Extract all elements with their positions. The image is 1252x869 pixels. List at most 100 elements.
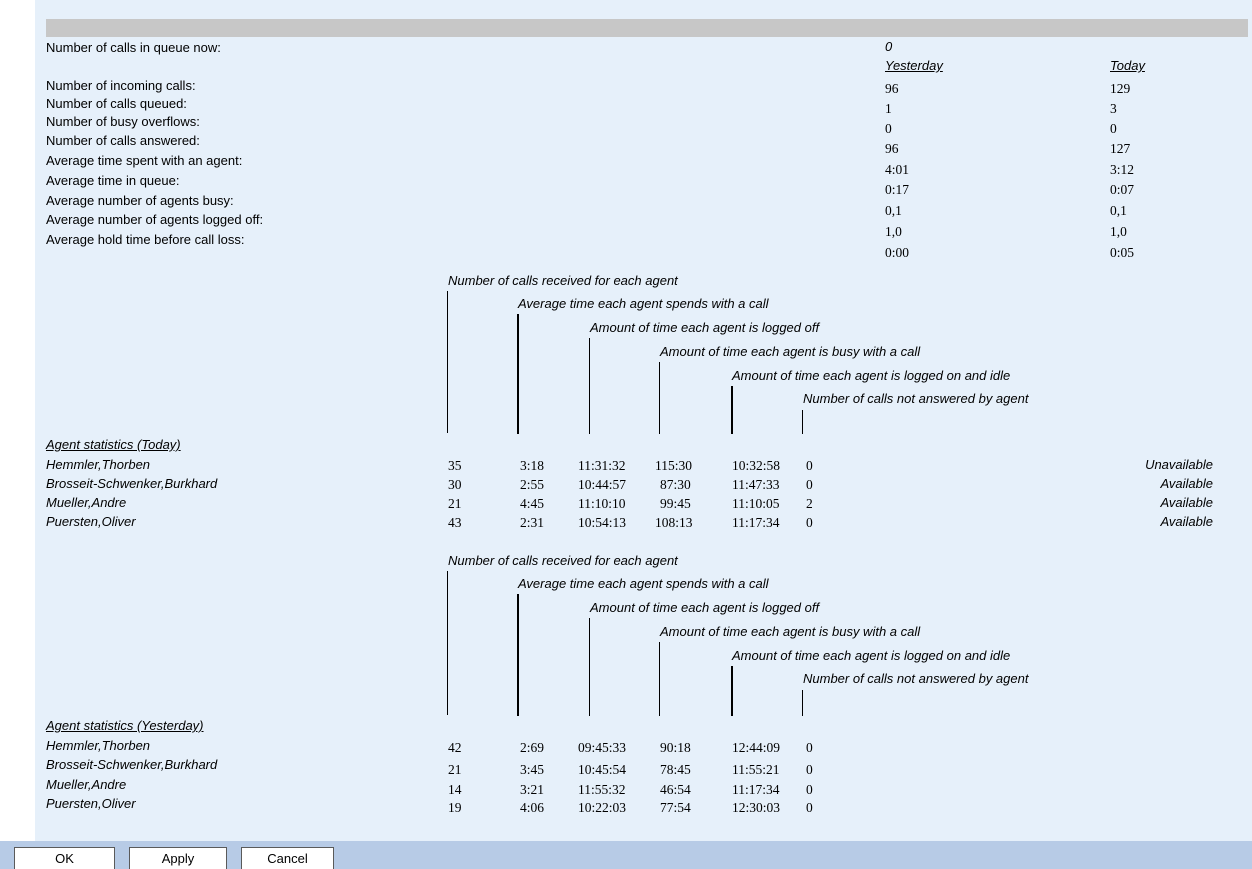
summary-yesterday-value: 1,0 <box>885 224 902 239</box>
summary-today-value: 3:12 <box>1110 162 1135 177</box>
idle-time: 11:47:33 <box>732 477 780 492</box>
caption-busy-time: Amount of time each agent is busy with a… <box>660 344 921 359</box>
not-answered: 0 <box>806 458 813 473</box>
avg-call-time: 4:06 <box>520 800 545 815</box>
agent-name: Hemmler,Thorben <box>46 738 151 753</box>
avg-call-time: 2:31 <box>520 515 545 530</box>
caption-guide-line <box>589 338 590 434</box>
agent-status: Available <box>1160 495 1213 510</box>
idle-time: 12:30:03 <box>732 800 781 815</box>
caption-logged-off-time: Amount of time each agent is logged off <box>590 320 820 335</box>
summary-today-value: 0,1 <box>1110 203 1127 218</box>
caption-not-answered: Number of calls not answered by agent <box>803 391 1029 406</box>
avg-call-time: 3:21 <box>520 782 545 797</box>
not-answered: 2 <box>806 496 813 511</box>
caption-guide-line <box>659 362 660 434</box>
agent-name: Brosseit-Schwenker,Burkhard <box>46 476 218 491</box>
logged-off-time: 09:45:33 <box>578 740 627 755</box>
caption-guide-line <box>731 386 733 434</box>
summary-label: Average hold time before call loss: <box>46 232 245 247</box>
summary-yesterday-value: 0 <box>885 121 892 136</box>
idle-time: 11:10:05 <box>732 496 780 511</box>
logged-off-time: 10:44:57 <box>578 477 627 492</box>
avg-call-time: 4:45 <box>520 496 545 511</box>
summary-label: Average time spent with an agent: <box>46 153 243 168</box>
summary-yesterday-value: 96 <box>885 141 899 156</box>
logged-off-time: 10:45:54 <box>578 762 627 777</box>
caption-calls-received: Number of calls received for each agent <box>448 273 678 288</box>
cancel-button[interactable]: Cancel <box>241 847 334 869</box>
logged-off-time: 11:10:10 <box>578 496 626 511</box>
summary-yesterday-value: 1 <box>885 101 892 116</box>
caption-idle-time: Amount of time each agent is logged on a… <box>732 368 1011 383</box>
agent-name: Brosseit-Schwenker,Burkhard <box>46 757 218 772</box>
busy-time: 99:45 <box>660 496 691 511</box>
agent-name: Puersten,Oliver <box>46 514 136 529</box>
summary-today-value: 3 <box>1110 101 1117 116</box>
not-answered: 0 <box>806 800 813 815</box>
caption-guide-line <box>802 690 803 716</box>
avg-call-time: 2:69 <box>520 740 545 755</box>
caption-busy-time: Amount of time each agent is busy with a… <box>660 624 921 639</box>
caption-not-answered: Number of calls not answered by agent <box>803 671 1029 686</box>
yesterday-stats-title: Agent statistics (Yesterday) <box>46 718 204 733</box>
caption-calls-received: Number of calls received for each agent <box>448 553 678 568</box>
agent-status: Unavailable <box>1145 457 1213 472</box>
summary-label: Number of busy overflows: <box>46 114 200 129</box>
busy-time: 78:45 <box>660 762 691 777</box>
busy-time: 87:30 <box>660 477 691 492</box>
summary-label: Average time in queue: <box>46 173 180 188</box>
caption-guide-line <box>659 642 660 716</box>
ok-button[interactable]: OK <box>14 847 115 869</box>
summary-today-value: 0 <box>1110 121 1117 136</box>
today-column-header: Today <box>1110 58 1145 73</box>
apply-button[interactable]: Apply <box>129 847 227 869</box>
queue-now-label: Number of calls in queue now: <box>46 40 221 55</box>
logged-off-time: 11:31:32 <box>578 458 626 473</box>
not-answered: 0 <box>806 762 813 777</box>
caption-guide-line <box>517 594 519 716</box>
calls-received: 43 <box>448 515 462 530</box>
caption-logged-off-time: Amount of time each agent is logged off <box>590 600 820 615</box>
idle-time: 11:17:34 <box>732 515 780 530</box>
summary-label: Number of calls queued: <box>46 96 187 111</box>
summary-yesterday-value: 96 <box>885 81 899 96</box>
queue-now-value: 0 <box>885 39 893 54</box>
idle-time: 11:17:34 <box>732 782 780 797</box>
calls-received: 35 <box>448 458 462 473</box>
busy-time: 77:54 <box>660 800 691 815</box>
yesterday-column-header: Yesterday <box>885 58 943 73</box>
not-answered: 0 <box>806 477 813 492</box>
statistics-panel <box>35 0 1252 841</box>
caption-avg-time-per-call: Average time each agent spends with a ca… <box>518 296 769 311</box>
not-answered: 0 <box>806 515 813 530</box>
caption-guide-line <box>802 410 803 434</box>
summary-today-value: 129 <box>1110 81 1131 96</box>
summary-label: Average number of agents busy: <box>46 193 234 208</box>
logged-off-time: 11:55:32 <box>578 782 626 797</box>
not-answered: 0 <box>806 740 813 755</box>
avg-call-time: 3:45 <box>520 762 545 777</box>
agent-status: Available <box>1160 476 1213 491</box>
caption-avg-time-per-call: Average time each agent spends with a ca… <box>518 576 769 591</box>
logged-off-time: 10:54:13 <box>578 515 627 530</box>
calls-received: 42 <box>448 740 462 755</box>
avg-call-time: 2:55 <box>520 477 545 492</box>
calls-received: 14 <box>448 782 462 797</box>
summary-today-value: 0:07 <box>1110 182 1135 197</box>
caption-idle-time: Amount of time each agent is logged on a… <box>732 648 1011 663</box>
agent-name: Mueller,Andre <box>46 495 127 510</box>
summary-today-value: 127 <box>1110 141 1131 156</box>
busy-time: 90:18 <box>660 740 691 755</box>
today-stats-title: Agent statistics (Today) <box>46 437 181 452</box>
agent-name: Mueller,Andre <box>46 777 127 792</box>
calls-received: 19 <box>448 800 462 815</box>
summary-today-value: 0:05 <box>1110 245 1135 260</box>
busy-time: 108:13 <box>655 515 693 530</box>
busy-time: 115:30 <box>655 458 692 473</box>
logged-off-time: 10:22:03 <box>578 800 627 815</box>
caption-guide-line <box>731 666 733 716</box>
calls-received: 21 <box>448 496 462 511</box>
summary-today-value: 1,0 <box>1110 224 1127 239</box>
caption-guide-line <box>447 291 448 433</box>
